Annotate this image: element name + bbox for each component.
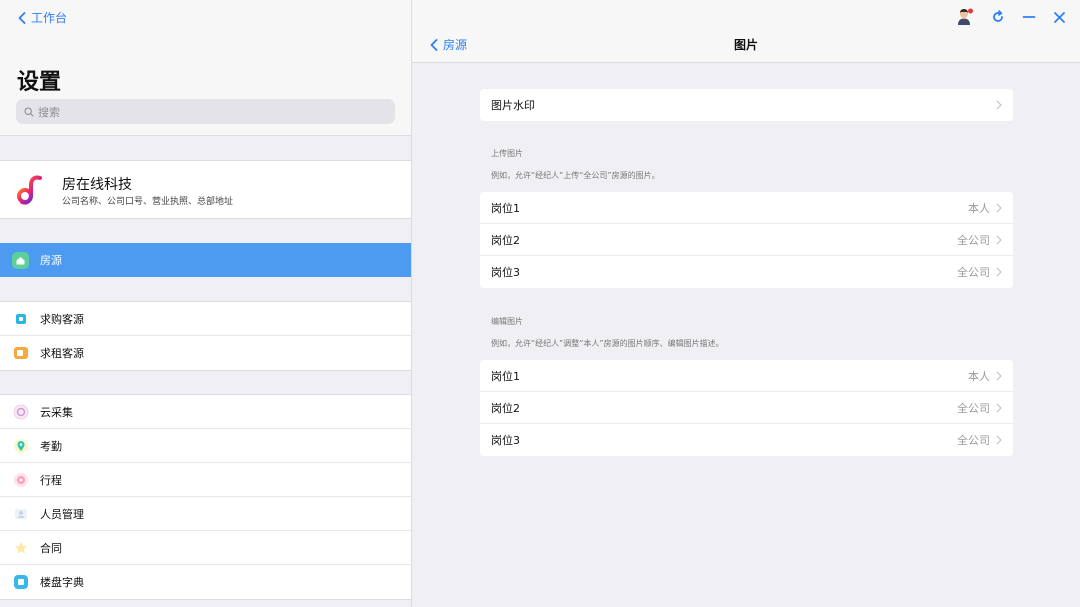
sidebar-item-staff[interactable]: 人员管理 <box>0 497 411 531</box>
staff-icon <box>12 505 29 522</box>
chevron-right-icon <box>996 235 1002 245</box>
sidebar-item-label: 人员管理 <box>40 507 84 521</box>
close-button[interactable] <box>1053 11 1066 24</box>
watermark-row[interactable]: 图片水印 <box>480 89 1013 121</box>
permission-row[interactable]: 岗位2 全公司 <box>480 224 1013 256</box>
upload-section-desc: 例如，允许“经纪人”上传“全公司”房源的图片。 <box>491 171 660 180</box>
search-placeholder: 搜索 <box>38 105 60 119</box>
minimize-icon <box>1022 16 1036 18</box>
sidebar-item-label: 楼盘字典 <box>40 576 84 589</box>
row-label: 图片水印 <box>491 99 535 112</box>
sidebar-item-house[interactable]: 房源 <box>0 243 411 277</box>
refresh-icon <box>993 10 1003 22</box>
chevron-right-icon <box>996 203 1002 213</box>
company-profile-item[interactable]: 房在线科技 公司名称、公司口号、营业执照、总部地址 <box>0 160 411 219</box>
nav-group-house: 房源 <box>0 243 411 277</box>
page-title: 设置 <box>17 70 62 95</box>
contract-icon <box>12 539 29 556</box>
sidebar-item-label: 云采集 <box>40 405 73 419</box>
attendance-icon <box>12 437 29 454</box>
sidebar-header: 工作台 设置 搜索 <box>0 0 411 136</box>
row-value: 本人 <box>968 201 990 215</box>
sidebar-item-label: 求购客源 <box>40 312 84 326</box>
row-value: 全公司 <box>957 266 990 279</box>
nav-group-tools: 云采集 考勤 行程 人员管理 合同 楼盘字典 <box>0 394 411 600</box>
upload-permission-card: 岗位1 本人 岗位2 全公司 岗位3 全公司 <box>480 192 1013 288</box>
permission-row[interactable]: 岗位2 全公司 <box>480 392 1013 424</box>
sidebar-item-label: 行程 <box>40 473 62 487</box>
page-title: 图片 <box>733 38 758 52</box>
row-label: 岗位2 <box>491 401 520 415</box>
building-dict-icon <box>12 574 29 591</box>
row-value: 全公司 <box>957 401 990 415</box>
user-avatar[interactable] <box>956 8 974 26</box>
permission-row[interactable]: 岗位3 全公司 <box>480 424 1013 456</box>
upload-section-title: 上传图片 <box>491 149 523 158</box>
sidebar-item-label: 房源 <box>40 254 62 267</box>
permission-row[interactable]: 岗位1 本人 <box>480 192 1013 224</box>
close-icon <box>1054 11 1065 23</box>
row-label: 岗位2 <box>491 233 520 247</box>
permission-row[interactable]: 岗位1 本人 <box>480 360 1013 392</box>
refresh-button[interactable] <box>991 10 1005 24</box>
sidebar-item-schedule[interactable]: 行程 <box>0 463 411 497</box>
avatar-icon <box>958 8 973 25</box>
chevron-right-icon <box>996 371 1002 381</box>
chevron-right-icon <box>996 435 1002 445</box>
back-to-workbench-button[interactable]: 工作台 <box>18 9 67 26</box>
company-logo-icon <box>17 175 43 205</box>
edit-section-desc: 例如，允许“经纪人”调整“本人”房源的图片顺序、编辑图片描述。 <box>491 339 724 348</box>
sidebar-item-buy-client[interactable]: 求购客源 <box>0 302 411 336</box>
minimize-button[interactable] <box>1022 10 1036 24</box>
detail-panel: 房源 图片 图片水印 上传图片 例如，允许“经纪人”上传“全公司”房源的图片。 … <box>412 0 1080 607</box>
row-value: 本人 <box>968 369 990 383</box>
edit-section-title: 编辑图片 <box>491 317 523 326</box>
edit-permission-card: 岗位1 本人 岗位2 全公司 岗位3 全公司 <box>480 360 1013 456</box>
sidebar-item-label: 合同 <box>40 541 62 555</box>
chevron-left-icon <box>18 11 26 24</box>
row-label: 岗位1 <box>491 201 520 215</box>
search-icon <box>24 106 34 117</box>
sidebar-item-attendance[interactable]: 考勤 <box>0 429 411 463</box>
company-desc: 公司名称、公司口号、营业执照、总部地址 <box>62 197 234 207</box>
sidebar-item-contract[interactable]: 合同 <box>0 531 411 565</box>
cloud-collect-icon <box>12 403 29 420</box>
detail-header: 房源 图片 <box>412 0 1080 63</box>
row-value: 全公司 <box>957 233 990 247</box>
company-name: 房在线科技 <box>62 177 132 193</box>
rent-client-icon <box>12 345 29 362</box>
chevron-right-icon <box>996 403 1002 413</box>
sidebar-item-building-dict[interactable]: 楼盘字典 <box>0 565 411 599</box>
watermark-card: 图片水印 <box>480 89 1013 121</box>
permission-row[interactable]: 岗位3 全公司 <box>480 256 1013 288</box>
back-label: 工作台 <box>31 11 68 25</box>
row-label: 岗位3 <box>491 434 520 447</box>
sidebar-item-cloud-collect[interactable]: 云采集 <box>0 395 411 429</box>
chevron-right-icon <box>996 100 1002 110</box>
row-label: 岗位3 <box>491 266 520 279</box>
row-label: 岗位1 <box>491 369 520 383</box>
row-value: 全公司 <box>957 434 990 447</box>
chevron-right-icon <box>996 267 1002 277</box>
sidebar-item-label: 求租客源 <box>40 347 84 360</box>
sidebar-item-rent-client[interactable]: 求租客源 <box>0 336 411 370</box>
schedule-icon <box>12 471 29 488</box>
nav-group-clients: 求购客源 求租客源 <box>0 301 411 371</box>
settings-sidebar: 工作台 设置 搜索 房在线科技 公司名称、公司口号、营业执照、总部地址 房源 求… <box>0 0 412 607</box>
window-controls <box>939 8 1066 26</box>
house-icon <box>12 251 29 269</box>
search-input[interactable]: 搜索 <box>16 99 395 124</box>
sidebar-item-label: 考勤 <box>40 439 62 453</box>
buy-client-icon <box>12 310 29 327</box>
